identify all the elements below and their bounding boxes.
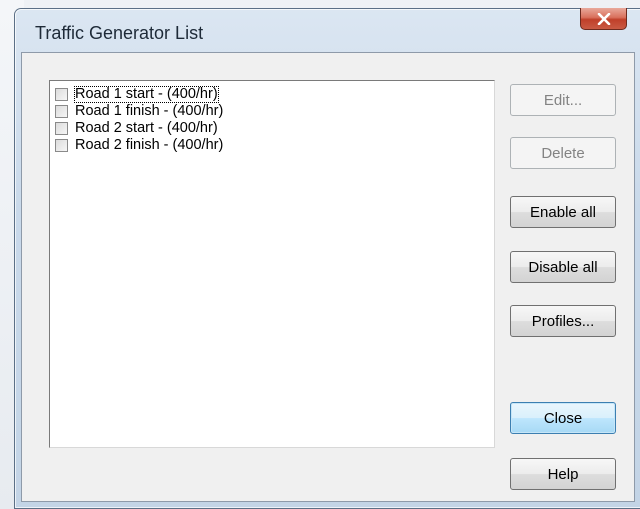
list-item-checkbox[interactable] bbox=[55, 105, 68, 118]
list-item-label: Road 2 finish - (400/hr) bbox=[75, 137, 224, 153]
close-icon bbox=[597, 12, 610, 25]
list-item-checkbox[interactable] bbox=[55, 88, 68, 101]
edit-button[interactable]: Edit... bbox=[510, 84, 616, 116]
list-item[interactable]: Road 2 finish - (400/hr) bbox=[55, 137, 224, 154]
help-button[interactable]: Help bbox=[510, 458, 616, 490]
delete-button[interactable]: Delete bbox=[510, 137, 616, 169]
enable-all-button[interactable]: Enable all bbox=[510, 196, 616, 228]
list-item-label: Road 2 start - (400/hr) bbox=[75, 120, 218, 136]
list-item-label: Road 1 start - (400/hr) bbox=[74, 86, 219, 103]
window-title: Traffic Generator List bbox=[35, 23, 204, 43]
list-item-checkbox[interactable] bbox=[55, 139, 68, 152]
list-item[interactable]: Road 1 start - (400/hr) bbox=[55, 86, 219, 103]
traffic-generator-listbox[interactable]: Road 1 start - (400/hr) Road 1 finish - … bbox=[49, 80, 495, 448]
disable-all-button[interactable]: Disable all bbox=[510, 251, 616, 283]
list-item-checkbox[interactable] bbox=[55, 122, 68, 135]
list-item[interactable]: Road 2 start - (400/hr) bbox=[55, 120, 219, 137]
list-item-label: Road 1 finish - (400/hr) bbox=[75, 103, 224, 119]
dialog-client-area: Road 1 start - (400/hr) Road 1 finish - … bbox=[21, 52, 635, 502]
list-item[interactable]: Road 1 finish - (400/hr) bbox=[55, 103, 224, 120]
close-button[interactable]: Close bbox=[510, 402, 616, 434]
window-close-button[interactable] bbox=[580, 8, 627, 30]
profiles-button[interactable]: Profiles... bbox=[510, 305, 616, 337]
dialog-window: Traffic Generator List Road 1 start - (4… bbox=[14, 8, 640, 509]
